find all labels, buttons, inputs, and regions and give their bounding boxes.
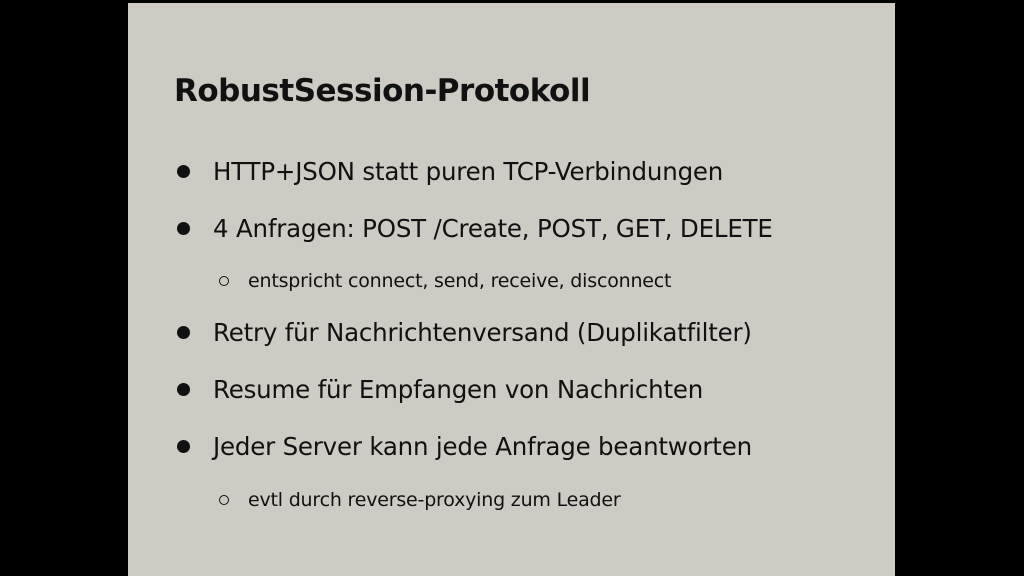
bullet-ring-icon [219, 495, 229, 505]
sub-bullet-entspricht: entspricht connect, send, receive, disco… [219, 270, 671, 292]
bullet-dot-icon [177, 383, 190, 396]
bullet-dot-icon [177, 165, 190, 178]
bullet-dot-icon [177, 326, 190, 339]
bullet-jeder-server: Jeder Server kann jede Anfrage beantwort… [177, 432, 752, 461]
bullet-text: Jeder Server kann jede Anfrage beantwort… [213, 432, 752, 461]
bullet-text: Retry für Nachrichtenversand (Duplikatfi… [213, 318, 752, 347]
video-frame: RobustSession-Protokoll HTTP+JSON statt … [0, 0, 1024, 576]
bullet-text: evtl durch reverse-proxying zum Leader [248, 489, 621, 511]
bullet-text: HTTP+JSON statt puren TCP-Verbindungen [213, 157, 724, 186]
presentation-slide: RobustSession-Protokoll HTTP+JSON statt … [128, 3, 895, 576]
bullet-text: entspricht connect, send, receive, disco… [248, 270, 672, 292]
bullet-text: 4 Anfragen: POST /Create, POST, GET, DEL… [213, 214, 773, 243]
bullet-ring-icon [219, 276, 229, 286]
sub-bullet-reverse-proxy: evtl durch reverse-proxying zum Leader [219, 489, 621, 511]
bullet-dot-icon [177, 440, 190, 453]
bullet-dot-icon [177, 222, 190, 235]
bullet-retry: Retry für Nachrichtenversand (Duplikatfi… [177, 318, 752, 347]
bullet-http-json: HTTP+JSON statt puren TCP-Verbindungen [177, 157, 723, 186]
slide-title: RobustSession-Protokoll [174, 73, 591, 109]
bullet-anfragen: 4 Anfragen: POST /Create, POST, GET, DEL… [177, 214, 773, 243]
bullet-resume: Resume für Empfangen von Nachrichten [177, 375, 703, 404]
bullet-text: Resume für Empfangen von Nachrichten [213, 375, 704, 404]
